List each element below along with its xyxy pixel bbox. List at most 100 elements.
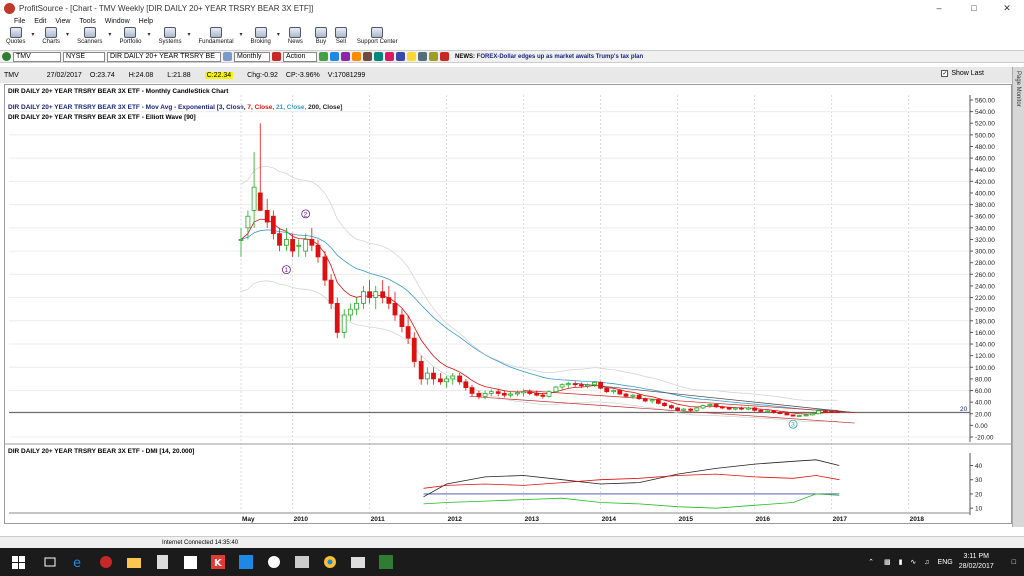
chart-panel[interactable]: DIR DAILY 20+ YEAR TRSRY BEAR 3X ETF - M… <box>4 84 1012 524</box>
dropdown-arrow-icon[interactable]: ▾ <box>31 31 34 38</box>
windows-taskbar: e K ⌃ ▩ ▮ ∿ ♫ ENG 3:11 PM 28/02/2017 □ <box>0 548 1024 576</box>
dropdown-arrow-icon[interactable]: ▾ <box>277 31 280 38</box>
tray-wifi-icon[interactable]: ∿ <box>910 558 916 566</box>
candle-down <box>463 381 469 389</box>
main-toolbar: Quotes ▾ Charts ▾ Scanners ▾ Portfolio ▾… <box>0 27 1024 49</box>
settings-icon[interactable] <box>429 52 438 61</box>
alert-icon[interactable] <box>385 52 394 61</box>
maximize-button[interactable]: □ <box>957 0 991 16</box>
menu-view[interactable]: View <box>55 18 70 25</box>
toolbar-news-button[interactable]: News <box>288 27 303 45</box>
dropdown-arrow-icon[interactable]: ▾ <box>240 31 243 38</box>
candle-down <box>636 394 642 400</box>
trade-icon[interactable] <box>363 52 372 61</box>
x-tick-label: 2018 <box>910 516 925 523</box>
shield-app-icon[interactable] <box>232 548 260 576</box>
file-explorer-icon[interactable] <box>120 548 148 576</box>
bulb-icon[interactable] <box>407 52 416 61</box>
elliott-wave-number: 2 <box>304 211 308 218</box>
candle-down <box>688 408 694 411</box>
toolbar-quotes-button[interactable]: Quotes <box>6 27 25 45</box>
edge-browser-icon[interactable]: e <box>64 548 92 576</box>
dropdown-arrow-icon[interactable]: ▾ <box>187 31 190 38</box>
paint-app-icon[interactable] <box>260 548 288 576</box>
tray-volume-icon[interactable]: ♫ <box>924 559 929 566</box>
task-view-icon[interactable] <box>36 548 64 576</box>
email-app-icon[interactable] <box>344 548 372 576</box>
windows-start-icon[interactable] <box>0 548 36 576</box>
chrome-icon[interactable] <box>316 548 344 576</box>
camera-app-icon[interactable] <box>288 548 316 576</box>
candle-down <box>399 314 405 328</box>
help-icon[interactable] <box>418 52 427 61</box>
calculator-icon[interactable] <box>148 548 176 576</box>
candle-up <box>681 408 687 411</box>
candle-down <box>823 410 828 413</box>
tray-network-icon[interactable]: ▩ <box>884 558 891 566</box>
draw-icon[interactable] <box>341 52 350 61</box>
menu-window[interactable]: Window <box>105 18 130 25</box>
candle-down <box>777 412 783 414</box>
toolbar-portfolio-button[interactable]: Portfolio <box>119 27 141 45</box>
toolbar-scanners-button[interactable]: Scanners <box>77 27 102 45</box>
scan-icon[interactable] <box>352 52 361 61</box>
action-select[interactable]: Action <box>283 51 317 62</box>
ema-7-line <box>240 218 838 415</box>
candle-down <box>771 410 777 413</box>
menu-tools[interactable]: Tools <box>79 18 95 25</box>
k-app-icon[interactable]: K <box>204 548 232 576</box>
candle-down <box>380 291 386 298</box>
add-icon[interactable] <box>319 52 328 61</box>
news-ticker[interactable]: NEWS: FOREX-Dollar edges up as market aw… <box>455 54 643 60</box>
show-last-checkbox[interactable]: ✓ Show Last <box>941 70 992 77</box>
toolbar-buy-button[interactable]: Buy <box>314 27 327 45</box>
candle-down <box>405 326 411 339</box>
toolbar-label: Portfolio <box>119 39 142 45</box>
layout-icon[interactable] <box>374 52 383 61</box>
store-icon[interactable] <box>176 548 204 576</box>
candle-down <box>534 393 540 396</box>
chart-app-icon[interactable] <box>372 548 400 576</box>
candle-down <box>675 407 680 411</box>
exchange-select[interactable]: NYSE <box>63 51 105 62</box>
menu-edit[interactable]: Edit <box>34 18 46 25</box>
toolbar-charts-button[interactable]: Charts <box>42 27 60 45</box>
symbol-input[interactable]: TMV <box>13 51 61 62</box>
dropdown-arrow-icon[interactable]: ▾ <box>108 31 111 38</box>
menu-file[interactable]: File <box>14 18 25 25</box>
minimize-button[interactable]: – <box>922 0 956 16</box>
tray-clock[interactable]: 3:11 PM 28/02/2017 <box>959 552 994 572</box>
close-button[interactable]: ✕ <box>990 0 1024 16</box>
dropdown-arrow-icon[interactable]: ▾ <box>147 31 150 38</box>
x-tick-label: May <box>242 516 255 523</box>
x-tick-label: 2012 <box>448 516 463 523</box>
tray-language[interactable]: ENG <box>938 559 953 566</box>
candle-down <box>315 244 321 258</box>
tray-battery-icon[interactable]: ▮ <box>899 558 903 566</box>
menu-help[interactable]: Help <box>139 18 153 25</box>
candlestick-chart[interactable]: 560.00 540.00 520.00 500.00 480.00 460.00 440.… <box>5 85 1011 523</box>
candle-down <box>277 233 282 246</box>
tray-expand-icon[interactable]: ⌃ <box>868 558 874 566</box>
toolbar-sell-button[interactable]: Sell <box>334 27 347 45</box>
toolbar-systems-button[interactable]: Systems <box>158 27 181 45</box>
page-monitor-tab[interactable]: Page Monitor <box>1012 67 1024 527</box>
close-chart-icon[interactable] <box>440 52 449 61</box>
action-icon <box>272 52 281 61</box>
app-window: ProfitSource - [Chart - TMV Weekly [DIR … <box>0 0 1024 576</box>
profitsource-taskbar-icon[interactable] <box>92 548 120 576</box>
toolbar-support-center-button[interactable]: Support Center <box>357 27 398 45</box>
candle-down <box>334 302 340 333</box>
dropdown-arrow-icon[interactable]: ▾ <box>66 31 69 38</box>
period-select[interactable]: Monthly <box>234 51 270 62</box>
notifications-icon[interactable]: □ <box>1012 559 1016 566</box>
security-name-field[interactable]: DIR DAILY 20+ YEAR TRSRY BE <box>107 51 221 62</box>
toolbar-fundamental-button[interactable]: Fundamental <box>199 27 234 45</box>
zoom-icon[interactable] <box>330 52 339 61</box>
print-icon[interactable] <box>396 52 405 61</box>
clock-date: 28/02/2017 <box>958 563 994 570</box>
checkbox-checked-icon[interactable]: ✓ <box>941 70 949 77</box>
trendline-upper <box>577 383 855 413</box>
toolbar-broking-button[interactable]: Broking <box>251 27 271 45</box>
candle-up <box>238 239 244 241</box>
